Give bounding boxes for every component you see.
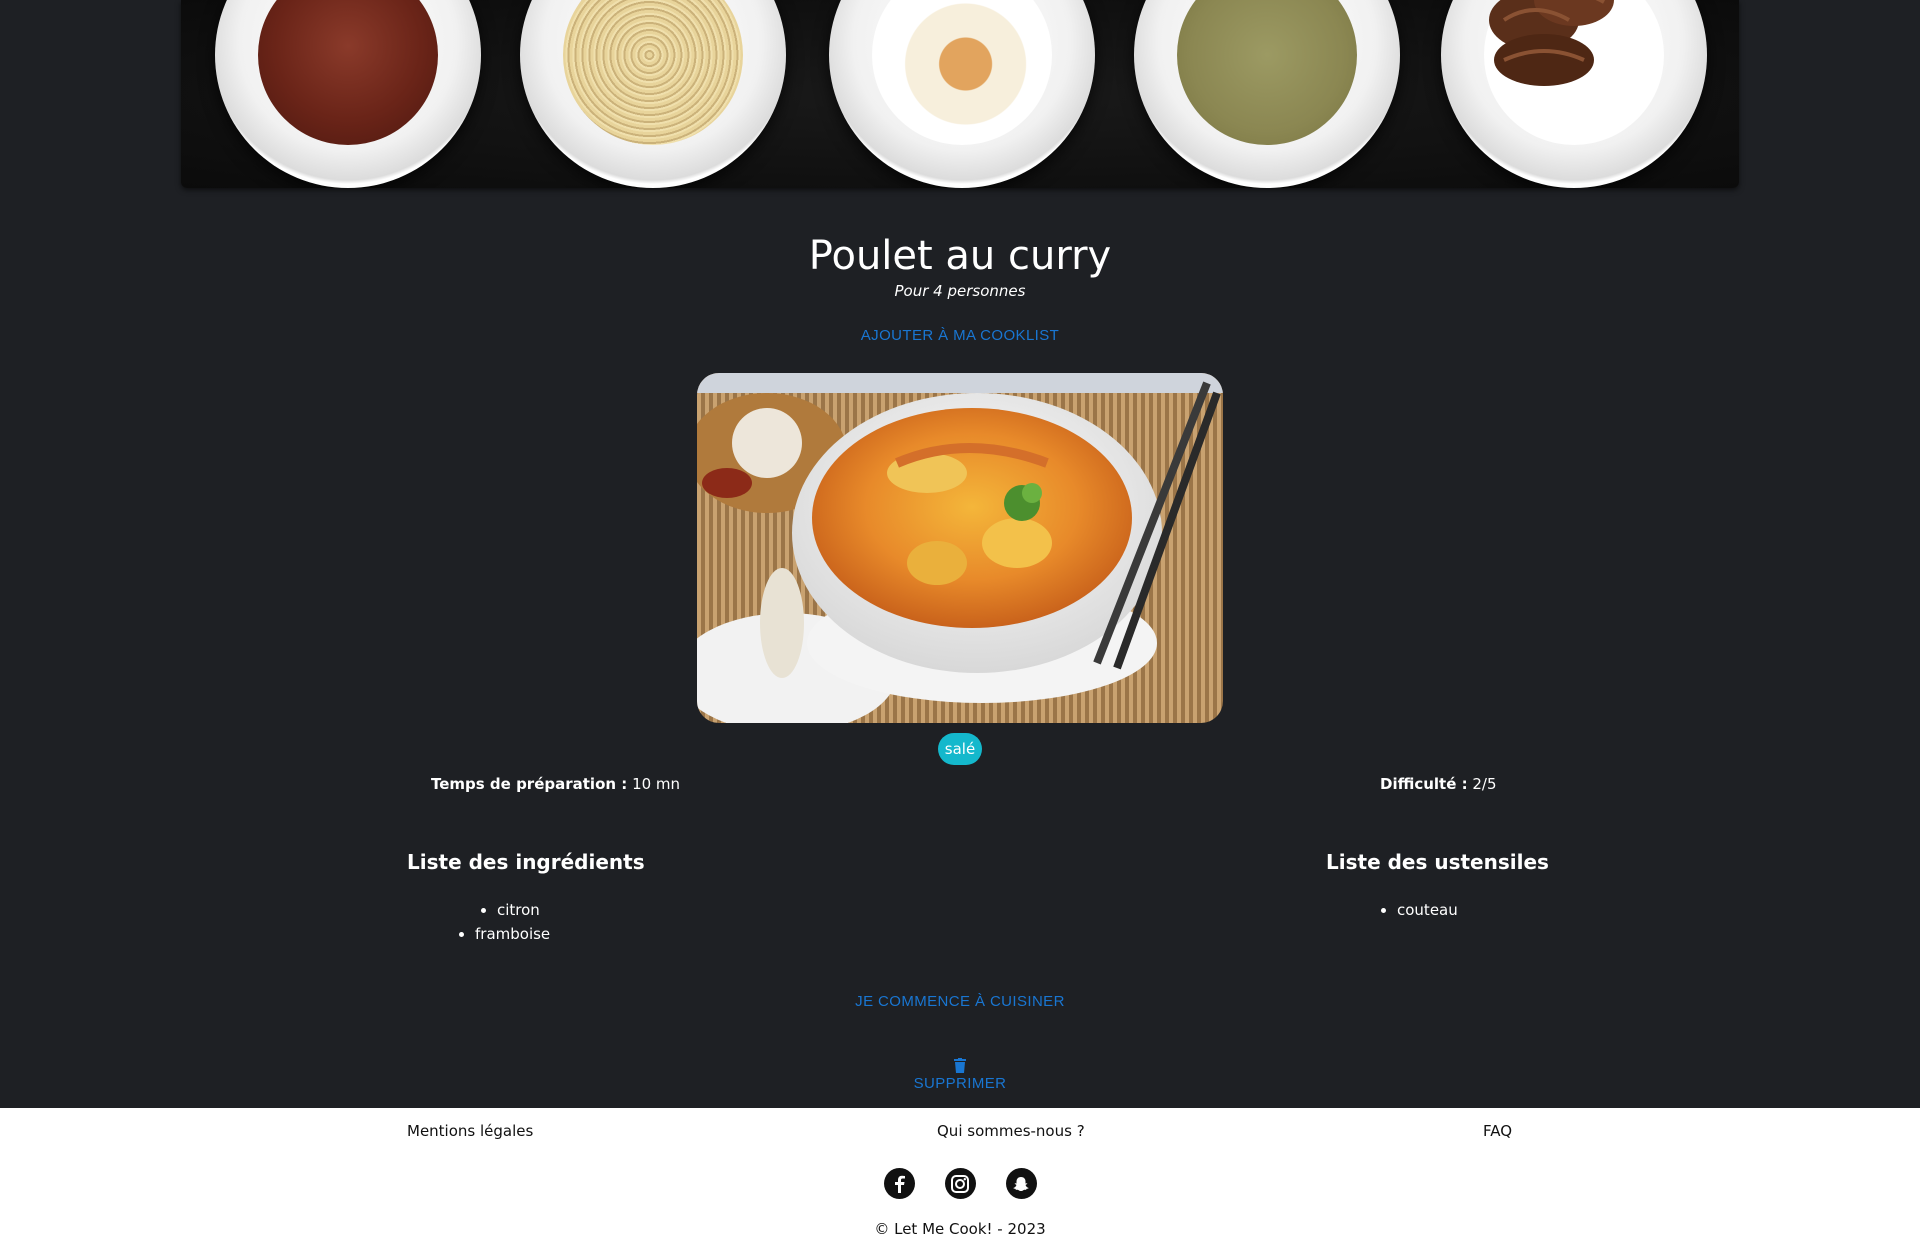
trash-icon <box>954 1058 966 1073</box>
prep-time-value: 10 mn <box>632 775 681 793</box>
list-item: framboise <box>475 925 550 943</box>
plate-image <box>215 0 481 188</box>
plate-image <box>1134 0 1400 188</box>
soup-image <box>258 0 438 145</box>
footer-link-mentions[interactable]: Mentions légales <box>407 1122 533 1140</box>
plate-image <box>829 0 1095 188</box>
recipe-image <box>697 373 1223 723</box>
social-links <box>0 1168 1920 1199</box>
plate-image <box>520 0 786 188</box>
footer-link-about[interactable]: Qui sommes-nous ? <box>937 1122 1085 1140</box>
egg-image <box>872 0 1052 145</box>
footer: Mentions légales Qui sommes-nous ? FAQ ©… <box>0 1108 1920 1239</box>
prep-time-label: Temps de préparation : <box>431 775 628 793</box>
list-item: couteau <box>1397 901 1458 919</box>
facebook-icon[interactable] <box>883 1168 915 1199</box>
hero-banner <box>181 0 1739 188</box>
instagram-icon[interactable] <box>944 1168 976 1199</box>
utensils-title: Liste des ustensiles <box>1326 850 1549 874</box>
prep-time: Temps de préparation : 10 mn <box>431 775 680 793</box>
list-item: citron <box>497 901 550 919</box>
difficulty-label: Difficulté : <box>1380 775 1468 793</box>
snapchat-icon[interactable] <box>1005 1168 1037 1199</box>
start-cooking-button[interactable]: JE COMMENCE À CUISINER <box>0 993 1920 1010</box>
footer-link-faq[interactable]: FAQ <box>1483 1122 1512 1140</box>
copyright: © Let Me Cook! - 2023 <box>874 1220 1046 1238</box>
green-soup-image <box>1177 0 1357 145</box>
croissant-image <box>1484 0 1664 145</box>
ingredients-list: citron framboise <box>475 901 550 949</box>
recipe-title: Poulet au curry <box>808 233 1112 279</box>
ingredients-title: Liste des ingrédients <box>407 850 645 874</box>
category-tag: salé <box>938 733 982 765</box>
recipe-servings: Pour 4 personnes <box>894 282 1026 300</box>
delete-label: SUPPRIMER <box>913 1075 1007 1092</box>
plate-image <box>1441 0 1707 188</box>
difficulty: Difficulté : 2/5 <box>1380 775 1497 793</box>
delete-button[interactable]: SUPPRIMER <box>0 1058 1920 1092</box>
difficulty-value: 2/5 <box>1472 775 1497 793</box>
utensils-list: couteau <box>1397 901 1458 925</box>
pasta-image <box>563 0 743 145</box>
add-to-cooklist-button[interactable]: AJOUTER À MA COOKLIST <box>0 327 1920 344</box>
